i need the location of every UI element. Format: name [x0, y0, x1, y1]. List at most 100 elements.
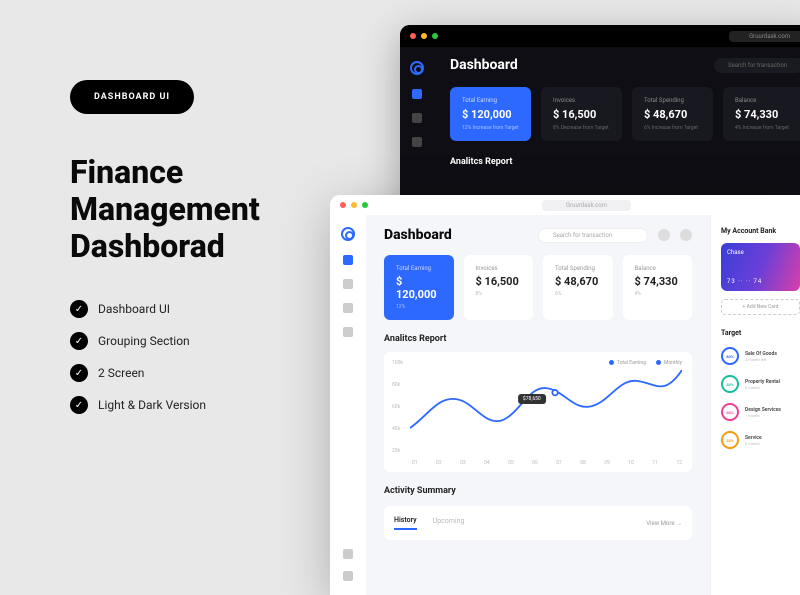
promo-title: FinanceManagementDashborad	[70, 154, 330, 264]
nav-docs-icon[interactable]	[343, 279, 353, 289]
bank-number: 73 ·· ·· 74	[727, 278, 794, 285]
target-item[interactable]: 80%Sale Of Goods3 month left	[721, 347, 800, 365]
stat-value: $ 16,500	[553, 108, 610, 121]
stat-card[interactable]: Total Earning$ 120,00012%	[384, 255, 454, 320]
stat-card[interactable]: Invoices$ 16,5008% Decrease from Target	[541, 87, 622, 141]
legend-item[interactable]: Monthly	[656, 360, 682, 366]
tab-upcoming[interactable]: Upcoming	[433, 517, 465, 529]
nav-analytics-icon[interactable]	[412, 137, 422, 147]
light-window: Gruurdask.com Dashboard Search for trans…	[330, 195, 800, 595]
x-tick: 05	[508, 460, 514, 466]
target-item[interactable]: 20%Property Rental5 month	[721, 375, 800, 393]
avatar[interactable]	[680, 229, 692, 241]
check-icon: ✓	[70, 300, 88, 318]
sidebar-dark	[400, 57, 434, 167]
check-icon: ✓	[70, 332, 88, 350]
nav-analytics-icon[interactable]	[343, 303, 353, 313]
check-icon: ✓	[70, 364, 88, 382]
target-sub: 2 month	[745, 441, 762, 446]
bank-card[interactable]: Chase 73 ·· ·· 74	[721, 243, 800, 291]
bell-icon[interactable]	[658, 229, 670, 241]
add-card-button[interactable]: + Add New Card	[721, 299, 800, 315]
promo-badge: DASHBOARD UI	[70, 80, 194, 114]
feature-label: Light & Dark Version	[98, 398, 206, 412]
stat-sub: 8% Decrease from Target	[553, 125, 610, 131]
target-item[interactable]: 50%Design Services1 month	[721, 403, 800, 421]
x-tick: 03	[460, 460, 466, 466]
minimize-icon[interactable]	[421, 33, 427, 39]
progress-ring: 35%	[721, 431, 739, 449]
nav-dashboard-icon[interactable]	[412, 89, 422, 99]
chart-tooltip: $78,650	[518, 394, 546, 404]
progress-ring: 80%	[721, 347, 739, 365]
section-title-analytics: Analitcs Report	[450, 157, 800, 167]
stat-label: Balance	[735, 97, 792, 104]
stat-sub: 4% Increase from Target	[735, 125, 792, 131]
sidebar-light	[330, 215, 366, 595]
stat-card[interactable]: Invoices$ 16,5008%	[464, 255, 534, 320]
nav-wallet-icon[interactable]	[343, 327, 353, 337]
x-tick: 02	[436, 460, 442, 466]
x-tick: 10	[628, 460, 634, 466]
target-label: Sale Of Goods	[745, 351, 777, 357]
maximize-icon[interactable]	[432, 33, 438, 39]
y-tick: 20k	[392, 448, 403, 454]
logo-icon[interactable]	[341, 227, 355, 241]
y-tick: 80k	[392, 382, 403, 388]
legend-item: Total Earning	[609, 360, 646, 366]
x-tick: 06	[532, 460, 538, 466]
stat-card[interactable]: Balance$ 74,3304%	[623, 255, 693, 320]
address-bar[interactable]: Gruurdask.com	[542, 200, 631, 211]
close-icon[interactable]	[410, 33, 416, 39]
nav-docs-icon[interactable]	[412, 113, 422, 123]
stat-sub: 8%	[476, 291, 522, 297]
settings-icon[interactable]	[343, 549, 353, 559]
activity-panel: History Upcoming View More →	[384, 506, 692, 540]
right-panel: My Account Bank Chase 73 ·· ·· 74 + Add …	[710, 215, 800, 595]
stat-value: $ 48,670	[555, 275, 601, 288]
nav-dashboard-icon[interactable]	[343, 255, 353, 265]
minimize-icon[interactable]	[351, 202, 357, 208]
y-tick: 40k	[392, 426, 403, 432]
check-icon: ✓	[70, 396, 88, 414]
x-tick: 11	[652, 460, 658, 466]
stat-sub: 6%	[555, 291, 601, 297]
tab-history[interactable]: History	[394, 516, 417, 530]
stat-value: $ 120,000	[396, 275, 442, 301]
window-chrome-light: Gruurdask.com	[330, 195, 800, 215]
stat-card[interactable]: Total Spending$ 48,6706% Increase from T…	[632, 87, 713, 141]
search-input[interactable]: Search for transaction	[714, 58, 800, 73]
logo-icon[interactable]	[410, 61, 424, 75]
target-item[interactable]: 35%Service2 month	[721, 431, 800, 449]
x-tick: 08	[580, 460, 586, 466]
stat-label: Total Spending	[644, 97, 701, 104]
stat-label: Balance	[635, 265, 681, 272]
maximize-icon[interactable]	[362, 202, 368, 208]
y-tick: 100k	[392, 360, 403, 366]
window-chrome-dark: Gruurdask.com	[400, 25, 800, 47]
stat-label: Total Earning	[462, 97, 519, 104]
page-title: Dashboard	[450, 57, 518, 73]
section-title-activity: Activity Summary	[384, 486, 692, 496]
stat-card[interactable]: Balance $ 74,330 4% Increase from Target	[723, 87, 800, 141]
view-more-link[interactable]: View More →	[646, 520, 682, 527]
search-input[interactable]: Search for transaction	[538, 228, 648, 243]
address-bar[interactable]: Gruurdask.com	[729, 31, 800, 42]
y-tick: 60k	[392, 404, 403, 410]
stat-label: Total Spending	[555, 265, 601, 272]
stat-value: $ 48,670	[644, 108, 701, 121]
stat-card[interactable]: Total Earning$ 120,00012% Increase from …	[450, 87, 531, 141]
analytics-chart: Total Earning Monthly 100k 80k 60k 40k 20k $…	[384, 352, 692, 472]
stat-value: $ 74,330	[735, 108, 792, 121]
stat-label: Invoices	[476, 265, 522, 272]
stat-value: $ 74,330	[635, 275, 681, 288]
target-sub: 5 month	[745, 385, 780, 390]
section-title-analytics: Analitcs Report	[384, 334, 692, 344]
close-icon[interactable]	[340, 202, 346, 208]
x-tick: 01	[412, 460, 418, 466]
progress-ring: 50%	[721, 403, 739, 421]
stat-card[interactable]: Total Spending $ 48,670 6%	[543, 255, 613, 320]
stat-value: $ 120,000	[462, 108, 519, 121]
logout-icon[interactable]	[343, 571, 353, 581]
stat-sub: 12%	[396, 304, 442, 310]
